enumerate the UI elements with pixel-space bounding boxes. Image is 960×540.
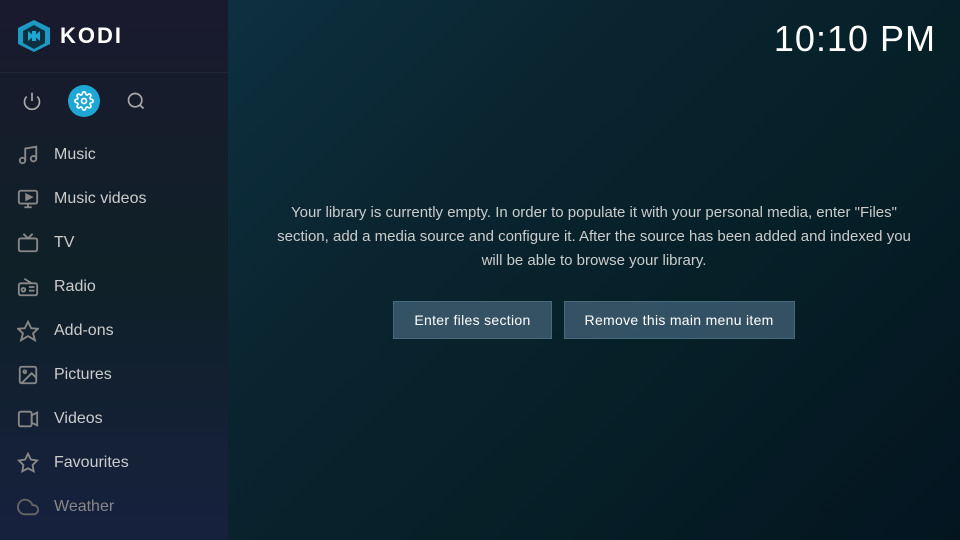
sidebar-item-music-videos-label: Music videos xyxy=(54,190,146,208)
sidebar-menu: Music Music videos TV xyxy=(0,129,228,540)
sidebar-item-music[interactable]: Music xyxy=(0,133,228,177)
search-icon[interactable] xyxy=(120,85,152,117)
addons-icon xyxy=(16,319,40,343)
music-icon xyxy=(16,143,40,167)
remove-menu-item-button[interactable]: Remove this main menu item xyxy=(564,301,795,339)
favourites-icon xyxy=(16,451,40,475)
sidebar: KODI xyxy=(0,0,228,540)
sidebar-item-music-videos[interactable]: Music videos xyxy=(0,177,228,221)
pictures-icon xyxy=(16,363,40,387)
sidebar-item-pictures[interactable]: Pictures xyxy=(0,353,228,397)
sidebar-header: KODI xyxy=(0,0,228,73)
app-title: KODI xyxy=(60,23,123,49)
top-icons-bar xyxy=(0,73,228,129)
library-empty-box: Your library is currently empty. In orde… xyxy=(254,181,934,359)
sidebar-item-addons-label: Add-ons xyxy=(54,322,114,340)
sidebar-item-favourites-label: Favourites xyxy=(54,454,129,472)
sidebar-item-tv-label: TV xyxy=(54,234,74,252)
sidebar-item-videos[interactable]: Videos xyxy=(0,397,228,441)
sidebar-item-weather-label: Weather xyxy=(54,498,114,516)
sidebar-item-videos-label: Videos xyxy=(54,410,103,428)
time-display: 10:10 PM xyxy=(774,18,936,60)
weather-icon xyxy=(16,495,40,519)
radio-icon xyxy=(16,275,40,299)
sidebar-item-radio-label: Radio xyxy=(54,278,96,296)
kodi-logo-icon xyxy=(16,18,52,54)
sidebar-item-tv[interactable]: TV xyxy=(0,221,228,265)
tv-icon xyxy=(16,231,40,255)
videos-icon xyxy=(16,407,40,431)
enter-files-button[interactable]: Enter files section xyxy=(393,301,551,339)
music-video-icon xyxy=(16,187,40,211)
settings-icon[interactable] xyxy=(68,85,100,117)
sidebar-item-music-label: Music xyxy=(54,146,96,164)
action-buttons: Enter files section Remove this main men… xyxy=(393,301,794,339)
sidebar-item-favourites[interactable]: Favourites xyxy=(0,441,228,485)
sidebar-item-weather[interactable]: Weather xyxy=(0,485,228,529)
library-empty-text: Your library is currently empty. In orde… xyxy=(274,201,914,273)
sidebar-item-addons[interactable]: Add-ons xyxy=(0,309,228,353)
main-content: 10:10 PM Your library is currently empty… xyxy=(228,0,960,540)
power-icon[interactable] xyxy=(16,85,48,117)
sidebar-item-pictures-label: Pictures xyxy=(54,366,112,384)
sidebar-item-radio[interactable]: Radio xyxy=(0,265,228,309)
